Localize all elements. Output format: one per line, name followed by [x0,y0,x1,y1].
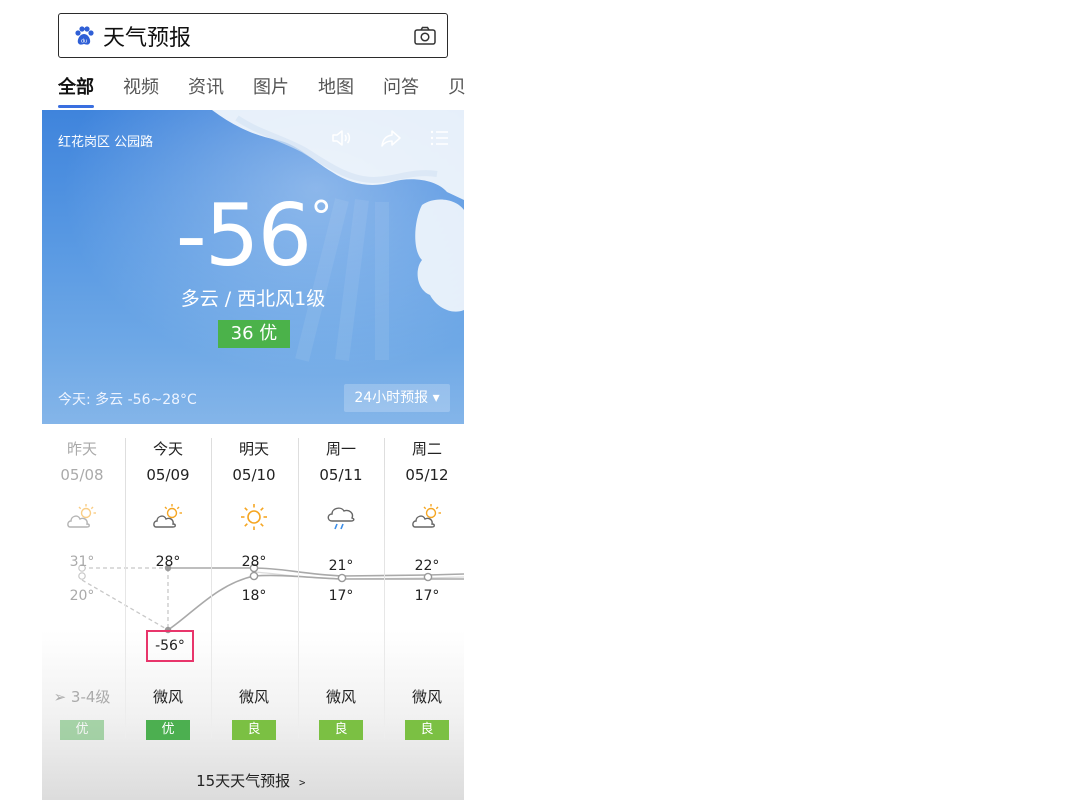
camera-icon[interactable] [413,25,437,47]
search-bar[interactable]: du 天气预报 [58,13,448,58]
wind-label: 微风 [238,688,269,706]
high-temp: 22° [414,558,440,574]
low-temp: 17° [328,588,354,604]
point-tue [423,572,433,582]
tab-images[interactable]: 图片 [253,74,289,110]
aqi-chip: 优 [146,720,190,740]
tab-video[interactable]: 视频 [123,74,159,110]
weather-hero: 红花岗区 公园路 -56° 多云 / 西北风1级 36 优 今天: 多云 -56… [42,110,464,424]
aqi-chip: 优 [60,720,104,740]
date-label: 05/09 [146,466,190,484]
low-temp: 20° [69,588,95,604]
daily-forecast: 昨天 05/08 31° 20° ➢ 3-4级 优 今天 05/09 28° 微… [42,424,464,800]
partly-cloudy-icon [412,504,441,528]
wind-label: 微风 [411,688,442,706]
menu-list-icon[interactable] [428,127,450,149]
day-label: 明天 [238,440,269,458]
current-condition: 多云 / 西北风1级 [180,288,326,310]
low-temp: 17° [414,588,440,604]
search-tabs: 全部 视频 资讯 图片 地图 问答 贝 [58,74,468,110]
day-label: 周二 [411,440,442,458]
tab-map[interactable]: 地图 [318,74,354,110]
point-mon [337,573,347,583]
svg-text:du: du [81,38,87,44]
location-label: 红花岗区 公园路 [58,135,154,150]
high-temp: 28° [241,554,267,570]
temperature-value: -56 [175,186,312,286]
tab-all[interactable]: 全部 [58,74,94,110]
share-icon[interactable] [380,127,402,149]
aqi-chip: 良 [405,720,449,740]
date-label: 05/12 [405,466,449,484]
tab-qa[interactable]: 问答 [383,74,419,110]
day-label: 今天 [152,440,183,458]
wind-label: 微风 [325,688,356,706]
today-low-temp-highlight: -56° [146,630,194,662]
low-temp: 18° [241,588,267,604]
tab-news[interactable]: 资讯 [188,74,224,110]
wind-label: ➢ 3-4级 [53,688,111,706]
point-tomorrow-low [249,571,259,581]
search-input[interactable]: 天气预报 [103,20,413,52]
weather-card: 红花岗区 公园路 -56° 多云 / 西北风1级 36 优 今天: 多云 -56… [42,110,464,800]
day-label: 周一 [325,440,356,458]
partly-cloudy-icon [67,504,96,528]
degree-symbol: ° [310,192,332,243]
point-yesterday-low [78,572,86,580]
speaker-icon[interactable] [330,127,352,149]
tab-more[interactable]: 贝 [448,74,466,110]
aqi-chip: 良 [319,720,363,740]
high-temp: 21° [328,558,354,574]
sunny-icon [241,504,267,530]
high-temp: 31° [69,554,95,570]
high-temp: 28° [155,554,181,570]
date-label: 05/10 [232,466,276,484]
date-label: 05/08 [60,466,104,484]
baidu-paw-icon: du [75,25,94,45]
hourly-forecast-button[interactable]: 24小时预报 ▾ [344,384,450,412]
partly-cloudy-icon [153,504,182,528]
day-label: 昨天 [66,440,97,458]
today-summary: 今天: 多云 -56~28°C [58,392,197,408]
aqi-badge[interactable]: 36 优 [218,320,290,348]
wind-label: 微风 [152,688,183,706]
date-label: 05/11 [319,466,363,484]
fifteen-day-forecast-link[interactable]: 15天天气预报 ﹥ [42,770,464,791]
current-temperature: -56° [42,186,464,286]
aqi-chip: 良 [232,720,276,740]
rain-icon [327,507,355,530]
